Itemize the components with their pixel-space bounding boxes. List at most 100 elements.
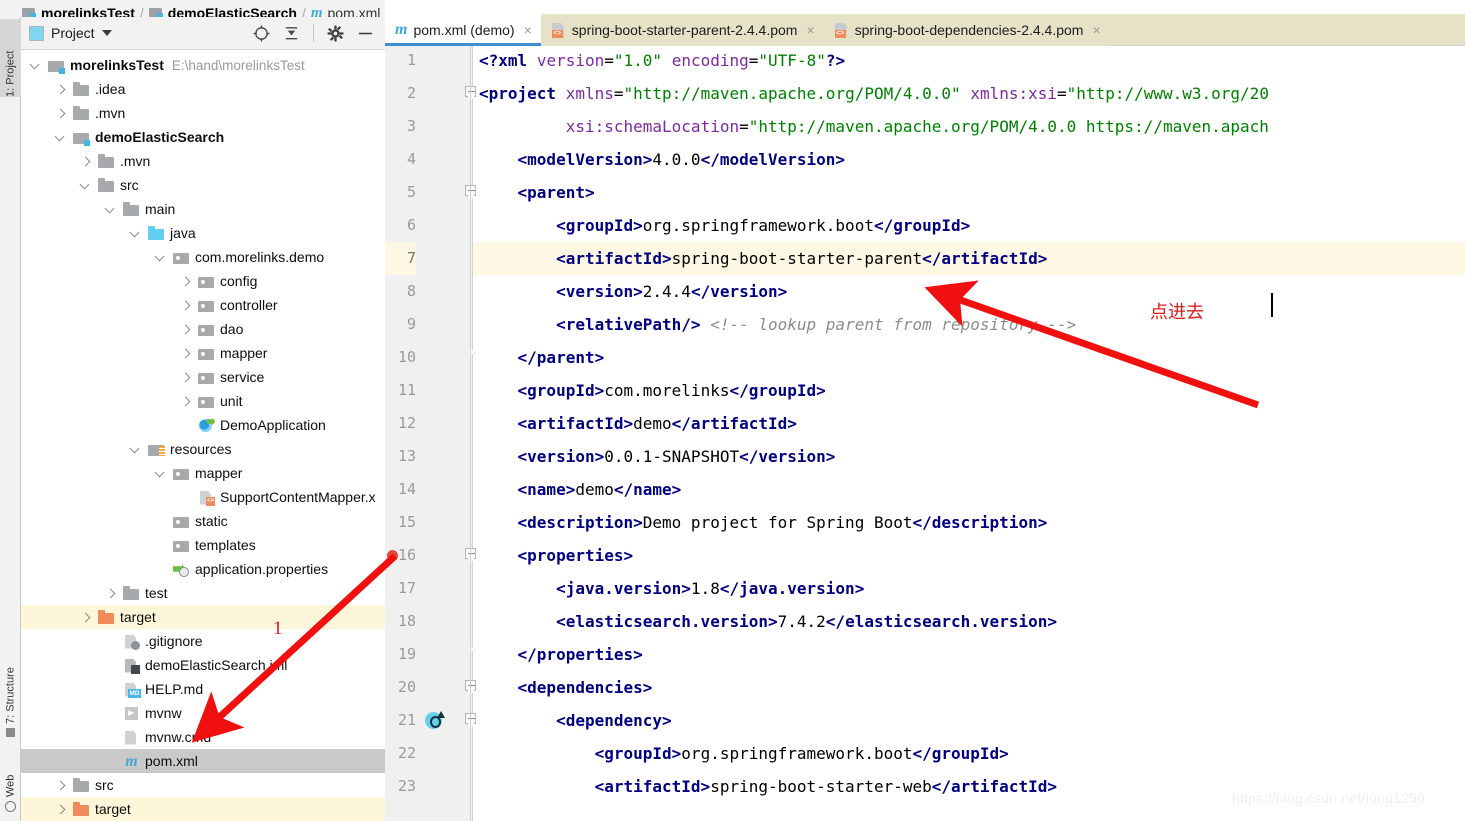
code-line[interactable]: <groupId>com.morelinks</groupId> <box>473 374 1465 407</box>
code-line[interactable]: <version>2.4.4</version> <box>473 275 1465 308</box>
tree-node[interactable]: DemoApplication <box>21 413 385 437</box>
tree-node[interactable]: morelinksTest E:\hand\morelinksTest <box>21 53 385 77</box>
chevron-right-icon[interactable] <box>179 371 192 384</box>
close-icon[interactable]: × <box>524 22 532 38</box>
tree-node[interactable]: mvnw <box>21 701 385 725</box>
editor-tab[interactable]: <> spring-boot-dependencies-2.4.4.pom × <box>823 14 1110 46</box>
code-line[interactable]: <dependency> <box>473 704 1465 737</box>
tree-node[interactable]: src <box>21 173 385 197</box>
breakpoint-icon[interactable] <box>387 550 398 561</box>
editor-tab[interactable]: m pom.xml (demo) × <box>385 14 541 46</box>
maven-dependency-marker-icon[interactable] <box>425 711 445 730</box>
tree-node[interactable]: resources <box>21 437 385 461</box>
breadcrumb-item[interactable]: m pom.xml <box>311 5 381 18</box>
code-line[interactable]: <project xmlns="http://maven.apache.org/… <box>473 77 1465 110</box>
tree-node[interactable]: application.properties <box>21 557 385 581</box>
tree-node[interactable]: <> SupportContentMapper.x <box>21 485 385 509</box>
tree-node[interactable]: mapper <box>21 461 385 485</box>
code-line[interactable]: <parent> <box>473 176 1465 209</box>
chevron-right-icon[interactable] <box>79 155 92 168</box>
code-line[interactable]: <artifactId>spring-boot-starter-parent</… <box>473 242 1465 275</box>
code-line[interactable]: <version>0.0.1-SNAPSHOT</version> <box>473 440 1465 473</box>
tree-node[interactable]: java <box>21 221 385 245</box>
tree-node[interactable]: MD HELP.md <box>21 677 385 701</box>
code-line[interactable]: <java.version>1.8</java.version> <box>473 572 1465 605</box>
tree-node[interactable]: .idea <box>21 77 385 101</box>
tree-node[interactable]: m pom.xml <box>21 749 385 773</box>
code-line[interactable]: <modelVersion>4.0.0</modelVersion> <box>473 143 1465 176</box>
locate-icon[interactable] <box>253 24 270 42</box>
chevron-down-icon[interactable] <box>154 251 167 264</box>
editor-tab-bar[interactable]: m pom.xml (demo) × <> spring-boot-starter-pa… <box>385 14 1465 46</box>
project-tool-window: Project morelinksTest E:\hand\morelinksT… <box>21 17 385 821</box>
code-line[interactable]: <description>Demo project for Spring Boo… <box>473 506 1465 539</box>
chevron-right-icon[interactable] <box>54 83 67 96</box>
chevron-right-icon[interactable] <box>179 299 192 312</box>
tree-node[interactable]: .mvn <box>21 149 385 173</box>
tree-node[interactable]: test <box>21 581 385 605</box>
breadcrumb-item[interactable]: demoElasticSearch <box>148 5 297 17</box>
tree-node[interactable]: mvnw.cmd <box>21 725 385 749</box>
chevron-right-icon[interactable] <box>179 275 192 288</box>
code-line[interactable]: </parent> <box>473 341 1465 374</box>
chevron-down-icon[interactable] <box>154 467 167 480</box>
tree-node[interactable]: com.morelinks.demo <box>21 245 385 269</box>
code-line[interactable]: <name>demo</name> <box>473 473 1465 506</box>
code-line[interactable]: <relativePath/> <!-- lookup parent from … <box>473 308 1465 341</box>
chevron-right-icon[interactable] <box>104 587 117 600</box>
tree-node[interactable]: demoElasticSearch <box>21 125 385 149</box>
editor-gutter[interactable]: 1 2 3 4 5 6 7 8 9 10 11 12 13 14 15 16 17 18 19 20 21 22 23 <box>385 46 505 821</box>
tree-node[interactable]: main <box>21 197 385 221</box>
gear-icon[interactable] <box>327 25 344 42</box>
code-line[interactable]: </properties> <box>473 638 1465 671</box>
collapse-all-icon[interactable] <box>283 25 300 42</box>
code-line[interactable]: <properties> <box>473 539 1465 572</box>
minimize-icon[interactable] <box>357 25 374 42</box>
code-line[interactable]: <?xml version="1.0" encoding="UTF-8"?> <box>473 46 1465 77</box>
tree-node[interactable]: config <box>21 269 385 293</box>
tree-node[interactable]: .mvn <box>21 101 385 125</box>
tree-node[interactable]: static <box>21 509 385 533</box>
tree-node[interactable]: .gitignore <box>21 629 385 653</box>
code-line[interactable]: <dependencies> <box>473 671 1465 704</box>
tree-node[interactable]: dao <box>21 317 385 341</box>
chevron-down-icon[interactable] <box>101 30 112 36</box>
chevron-right-icon[interactable] <box>179 347 192 360</box>
code-line[interactable]: <groupId>org.springframework.boot</group… <box>473 209 1465 242</box>
code-lines[interactable]: <?xml version="1.0" encoding="UTF-8"?> <p… <box>473 46 1465 821</box>
chevron-right-icon[interactable] <box>179 323 192 336</box>
chevron-right-icon[interactable] <box>179 395 192 408</box>
chevron-right-icon[interactable] <box>54 107 67 120</box>
code-line[interactable]: <artifactId>demo</artifactId> <box>473 407 1465 440</box>
close-icon[interactable]: × <box>806 22 814 38</box>
chevron-down-icon[interactable] <box>29 59 42 72</box>
tree-node[interactable]: unit <box>21 389 385 413</box>
chevron-right-icon[interactable] <box>79 611 92 624</box>
tree-node[interactable]: src <box>21 773 385 797</box>
tree-node[interactable]: demoElasticSearch.iml <box>21 653 385 677</box>
chevron-right-icon[interactable] <box>54 803 67 816</box>
tree-node[interactable]: controller <box>21 293 385 317</box>
chevron-down-icon[interactable] <box>129 227 142 240</box>
code-line[interactable]: xsi:schemaLocation="http://maven.apache.… <box>473 110 1465 143</box>
tool-window-button-web[interactable]: Web <box>0 752 21 812</box>
code-line[interactable]: <elasticsearch.version>7.4.2</elasticsea… <box>473 605 1465 638</box>
tree-node[interactable]: target <box>21 797 385 821</box>
close-icon[interactable]: × <box>1092 22 1100 38</box>
tree-node[interactable]: target <box>21 605 385 629</box>
code-editor[interactable]: 1 2 3 4 5 6 7 8 9 10 11 12 13 14 15 16 17 18 19 20 21 22 23 <?… <box>385 46 1465 821</box>
tree-node[interactable]: templates <box>21 533 385 557</box>
tool-window-button-project[interactable]: 1: Project <box>0 19 21 97</box>
chevron-down-icon[interactable] <box>54 131 67 144</box>
code-line[interactable]: <groupId>org.springframework.boot</group… <box>473 737 1465 770</box>
tree-node[interactable]: mapper <box>21 341 385 365</box>
chevron-down-icon[interactable] <box>104 203 117 216</box>
tool-window-button-structure[interactable]: 7: Structure <box>0 637 21 737</box>
breadcrumb-item[interactable]: morelinksTest <box>22 5 135 17</box>
chevron-right-icon[interactable] <box>54 779 67 792</box>
project-tree[interactable]: morelinksTest E:\hand\morelinksTest .idea.… <box>21 50 385 821</box>
editor-tab[interactable]: <> spring-boot-starter-parent-2.4.4.pom × <box>540 14 824 46</box>
tree-node[interactable]: service <box>21 365 385 389</box>
chevron-down-icon[interactable] <box>79 179 92 192</box>
chevron-down-icon[interactable] <box>129 443 142 456</box>
